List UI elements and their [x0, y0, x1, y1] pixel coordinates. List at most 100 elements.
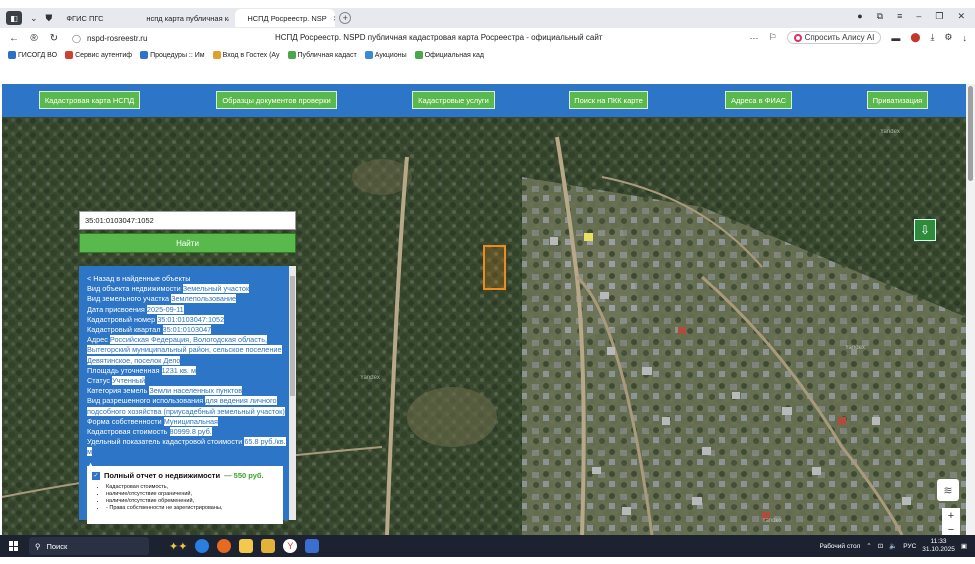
- more-icon[interactable]: ···: [749, 33, 758, 43]
- reload-icon[interactable]: ↻: [48, 33, 60, 44]
- file-explorer-icon[interactable]: [239, 539, 254, 553]
- bookmark-item[interactable]: Процедуры :: Им: [140, 51, 205, 59]
- maximize-icon[interactable]: ❐: [935, 11, 943, 22]
- detail-value: 35:01:0103047:1052: [157, 314, 225, 324]
- tabs-dropdown-icon[interactable]: ⌄: [30, 13, 38, 24]
- nav-document-samples[interactable]: Образцы документов проверки: [216, 91, 337, 109]
- volume-icon[interactable]: 🔈: [889, 542, 897, 550]
- detail-key: Вид объекта недвижимости: [87, 284, 181, 294]
- network-icon[interactable]: ⊡: [878, 542, 883, 550]
- bookmark-item[interactable]: Сервис аутентиф: [65, 51, 132, 59]
- bookmark-label: Аукционы: [374, 51, 407, 59]
- tab-nspd-search[interactable]: нспд карта публичная кад: [134, 9, 229, 27]
- detail-key: Удельный показатель кадастровой стоимост…: [87, 437, 243, 447]
- bookmark-item[interactable]: Публичная кадаст: [287, 51, 357, 59]
- edge-icon[interactable]: [195, 539, 210, 553]
- back-to-results-link[interactable]: < Назад в найденные объекты: [87, 274, 287, 284]
- settings-icon[interactable]: ⚙: [944, 32, 952, 43]
- ask-alice-button[interactable]: Спросить Алису AI: [786, 31, 882, 44]
- nav-cadastral-services[interactable]: Кадастровые услуги: [412, 91, 495, 109]
- shield-icon[interactable]: ⛊: [46, 13, 53, 24]
- bookmark-favicon-icon: [8, 51, 16, 59]
- report-checkbox[interactable]: ✓: [92, 471, 100, 480]
- clock[interactable]: 11:33 31.10.2025: [922, 538, 955, 554]
- extension-icon-2[interactable]: ⬤: [910, 32, 920, 43]
- windows-start-icon[interactable]: [9, 541, 19, 551]
- clock-date: 31.10.2025: [922, 546, 955, 553]
- notifications-icon[interactable]: ▣: [961, 542, 967, 550]
- address-bar: ← ® ↻ ◯ nspd-rosreestr.ru НСПД Росреестр…: [0, 28, 975, 48]
- scrollbar-thumb[interactable]: [968, 86, 973, 181]
- full-report-offer: ✓ Полный отчет о недвижимости — 550 руб.…: [87, 466, 283, 524]
- nav-privatization[interactable]: Приватизация: [867, 91, 928, 109]
- firefox-icon[interactable]: [217, 539, 232, 553]
- page-scrollbar[interactable]: [966, 84, 975, 535]
- bookmark-item[interactable]: Аукционы: [364, 51, 407, 59]
- detail-row: Вид разрешенного использования для веден…: [87, 396, 287, 416]
- find-button[interactable]: Найти: [79, 233, 296, 253]
- yandex-browser-icon[interactable]: Y: [283, 539, 298, 553]
- alice-icon: [793, 33, 802, 42]
- bookmark-label: Процедуры :: Им: [150, 51, 205, 59]
- new-tab-icon[interactable]: +: [339, 12, 352, 24]
- bookmark-favicon-icon: [140, 51, 149, 59]
- collections-icon[interactable]: ⧉: [877, 11, 883, 22]
- detail-row: Кадастровый квартал 35:01:0103047: [87, 325, 287, 335]
- tab-nspd-active[interactable]: НСПД Росреестр. NSP ✕: [235, 9, 336, 27]
- nav-fias-addresses[interactable]: Адреса в ФИАС: [725, 91, 792, 109]
- app-icon[interactable]: [305, 539, 320, 553]
- profile-icon[interactable]: ●: [857, 11, 862, 22]
- detail-row: Категория земель Земли населенных пункто…: [87, 386, 287, 396]
- lock-icon[interactable]: ◯: [72, 34, 81, 43]
- close-tab-icon[interactable]: ✕: [333, 14, 336, 23]
- close-window-icon[interactable]: ✕: [957, 11, 965, 22]
- cadastral-search-input[interactable]: 35:01:0103047:1052: [79, 211, 296, 230]
- sparkles-icon[interactable]: ✦✦: [169, 540, 187, 553]
- layers-icon[interactable]: ≋: [937, 479, 959, 501]
- chevron-up-icon[interactable]: ⌃: [866, 542, 871, 550]
- bookmark-item[interactable]: ГИСОГД ВО: [8, 51, 57, 59]
- map-watermark: Yandex: [360, 375, 380, 381]
- downloads-icon[interactable]: ⤓: [930, 32, 934, 43]
- detail-value: Российская Федерация, Вологодская област…: [87, 335, 282, 365]
- windows-taskbar: ⚲ Поиск ✦✦ Y Рабочий стол ⌃ ⊡ 🔈 РУС 11:3…: [0, 535, 975, 557]
- bookmark-item[interactable]: Вход в Гостех (Ау: [212, 51, 280, 59]
- detail-row: Удельный показатель кадастровой стоимост…: [87, 437, 287, 457]
- minimize-icon[interactable]: –: [916, 11, 921, 22]
- download-arrow-button[interactable]: ⇩: [914, 219, 936, 241]
- report-item: Кадастровая стоимость,: [106, 484, 278, 491]
- extension-icon[interactable]: ▬: [891, 33, 900, 43]
- zoom-in-button[interactable]: +: [942, 508, 960, 524]
- panel-scrollbar-thumb[interactable]: [290, 276, 295, 396]
- bookmark-icon[interactable]: ⚐: [768, 32, 776, 43]
- detail-row: Вид объекта недвижимости Земельный участ…: [87, 284, 287, 294]
- panel-scrollbar[interactable]: [289, 266, 296, 520]
- language-indicator[interactable]: РУС: [903, 543, 916, 550]
- bookmark-favicon-icon: [364, 51, 373, 59]
- detail-row: Адрес Российская Федерация, Вологодская …: [87, 335, 287, 366]
- back-icon[interactable]: ←: [8, 33, 20, 44]
- url-field[interactable]: nspd-rosreestr.ru: [87, 34, 147, 43]
- nav-pkk-search[interactable]: Поиск на ПКК карте: [569, 91, 648, 109]
- taskbar-search[interactable]: ⚲ Поиск: [29, 537, 149, 555]
- nav-cadastral-map[interactable]: Кадастровая карта НСПД: [39, 91, 140, 109]
- detail-key: Площадь уточненная: [87, 365, 160, 375]
- report-item: наличие/отсутствие ограничений,: [106, 491, 278, 498]
- bookmark-label: Вход в Гостех (Ау: [222, 51, 280, 59]
- download-arrow-icon[interactable]: ↓: [963, 33, 968, 43]
- bookmark-favicon-icon: [414, 51, 423, 59]
- desktop-label[interactable]: Рабочий стол: [819, 543, 860, 550]
- menu-icon[interactable]: ≡: [897, 11, 902, 22]
- map-watermark: Yandex: [880, 129, 900, 135]
- folder-icon[interactable]: [261, 539, 276, 553]
- tab-label: нспд карта публичная кад: [146, 13, 230, 23]
- bookmark-item[interactable]: Официальная кад: [414, 51, 484, 59]
- tab-fgis[interactable]: ФГИС ПГС: [58, 9, 128, 27]
- report-item: наличие/отсутствие обременений,: [106, 498, 278, 505]
- detail-key: Форма собственности: [87, 416, 162, 426]
- browser-menu-icon[interactable]: ◧: [6, 11, 22, 25]
- yandex-icon[interactable]: ®: [28, 33, 40, 44]
- browser-tab-bar: ◧ ⌄ ⛊ ФГИС ПГС нспд карта публичная кад …: [0, 8, 975, 28]
- bookmarks-bar: ГИСОГД ВО Сервис аутентиф Процедуры :: Им В…: [0, 48, 975, 62]
- detail-key: Дата присвоения: [87, 304, 145, 314]
